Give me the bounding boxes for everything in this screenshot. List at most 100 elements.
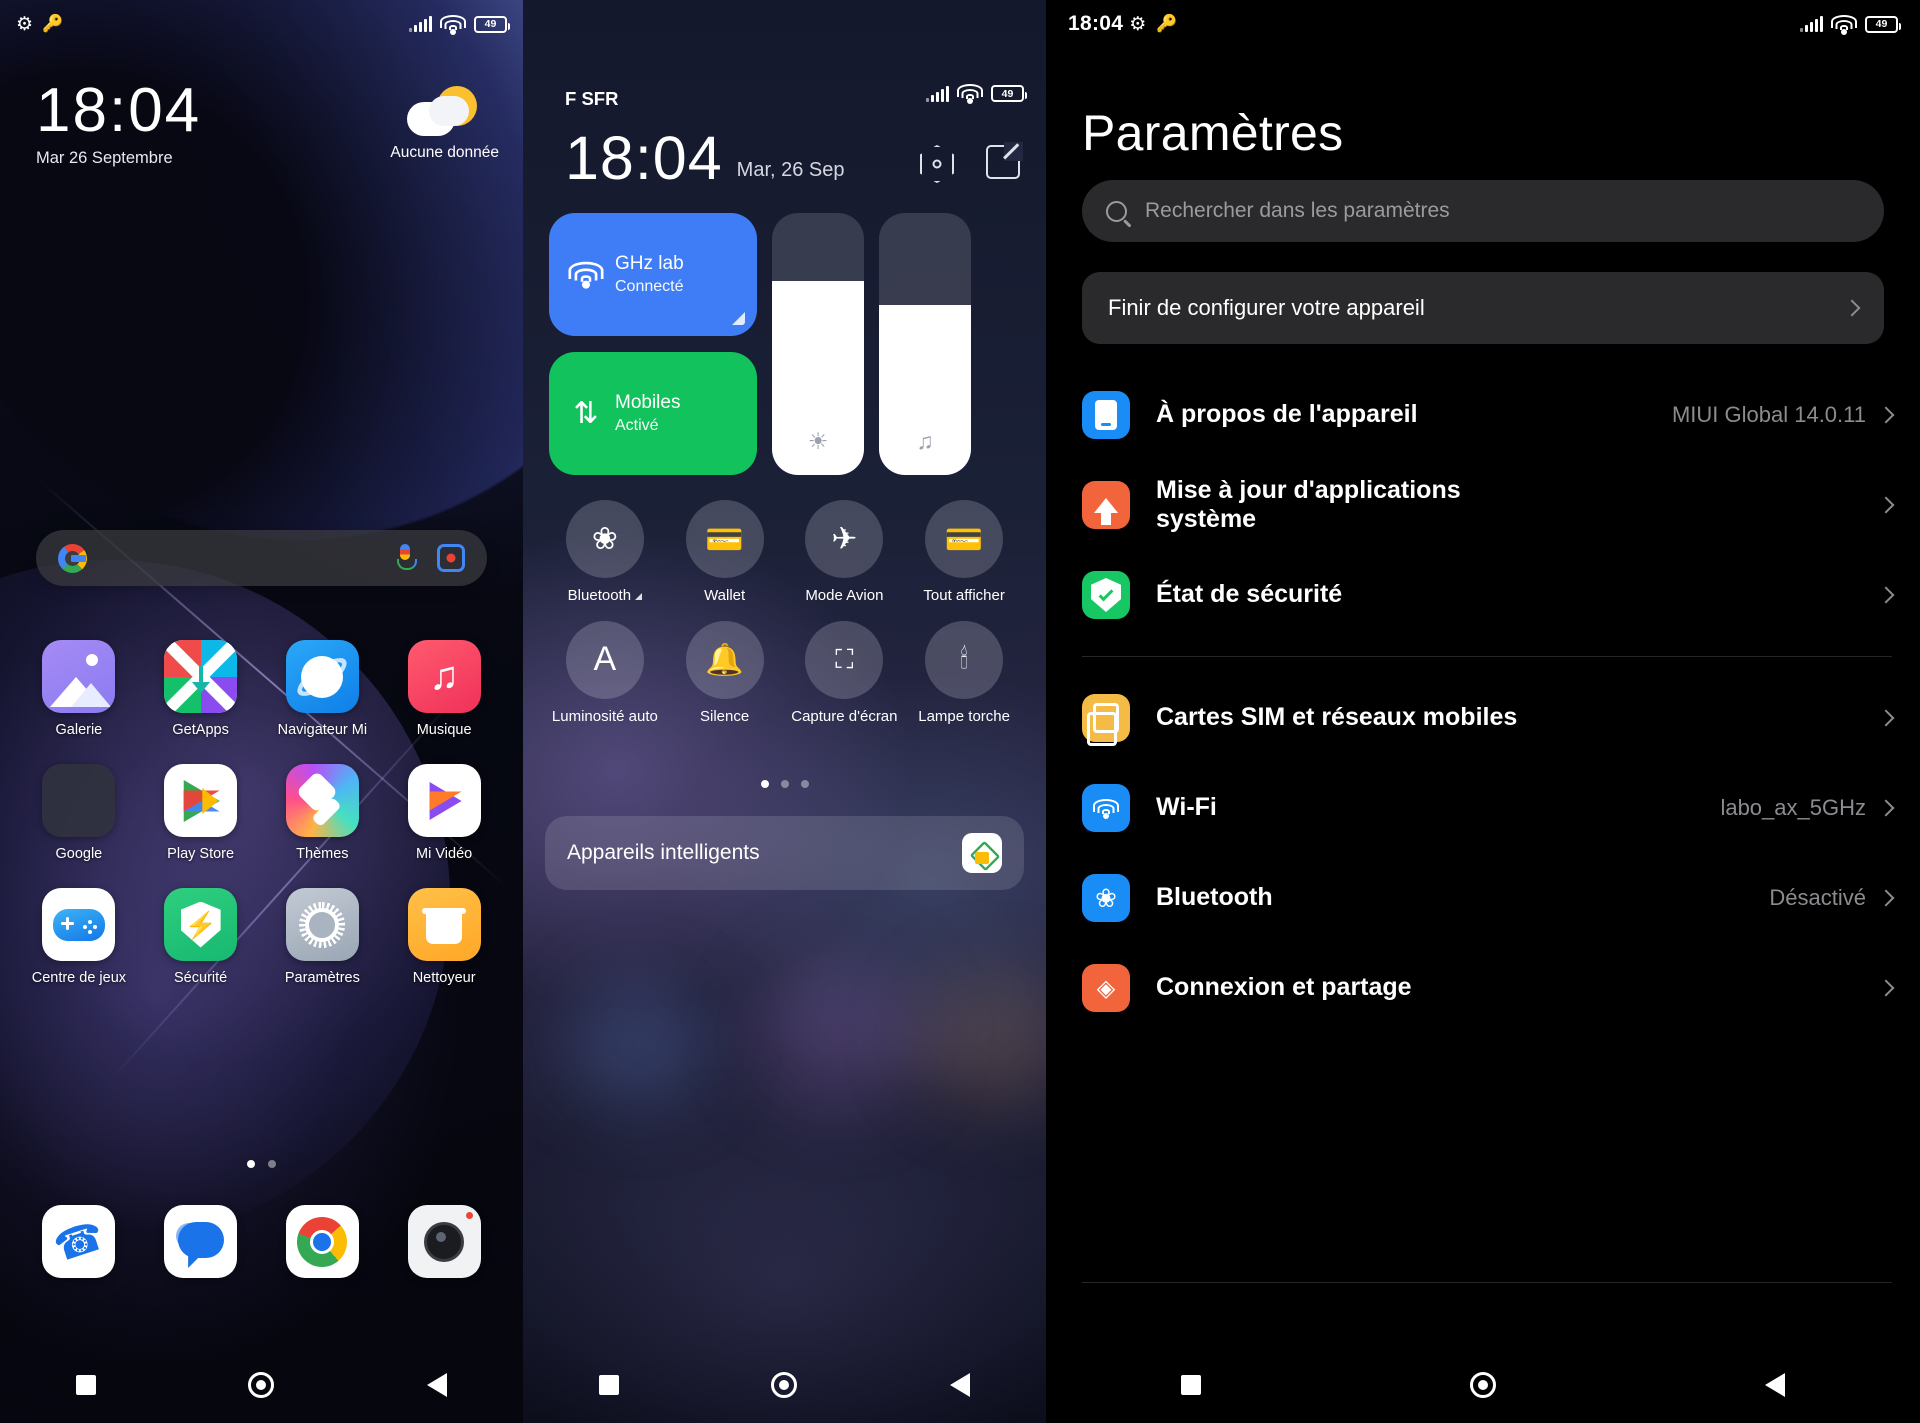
volume-slider[interactable]: ♫: [879, 213, 971, 475]
weather-widget[interactable]: Aucune donnée: [390, 86, 499, 162]
square-recents-icon[interactable]: [76, 1375, 97, 1395]
dock-messages[interactable]: [140, 1205, 262, 1278]
setting-row-bluetooth[interactable]: ❀ Bluetooth Désactivé: [1082, 853, 1895, 943]
screenshot-icon: ⛶: [805, 620, 884, 699]
gallery-icon: [42, 640, 116, 713]
setting-row-security-status[interactable]: État de sécurité: [1082, 550, 1895, 640]
power-hexagon-icon[interactable]: [920, 145, 954, 183]
app-galerie[interactable]: Galerie: [18, 640, 140, 738]
battery-indicator: 49: [991, 85, 1027, 102]
setting-row-system-update[interactable]: Mise à jour d'applications système: [1082, 460, 1895, 550]
auto-brightness-a-icon: A: [565, 620, 644, 699]
carrier-label: F SFR: [565, 88, 619, 109]
clock-time: 18:04: [36, 76, 202, 145]
mobile-data-tile[interactable]: ⇅ Mobiles Activé: [549, 352, 757, 475]
setting-row-sim-networks[interactable]: Cartes SIM et réseaux mobiles: [1082, 673, 1895, 763]
toggle-wallet[interactable]: 💳 Wallet: [665, 500, 785, 605]
setting-row-connection-sharing[interactable]: ◈ Connexion et partage: [1082, 943, 1895, 1033]
app-label: Musique: [416, 722, 472, 738]
google-search-bar[interactable]: [36, 530, 487, 586]
app-label: Nettoyeur: [412, 970, 476, 986]
app-row: Google Play Store Thèmes Mi Vidéo: [18, 764, 505, 862]
control-center-panel: F SFR 49 18:04 Mar, 26 Sep GHz lab Conne…: [523, 0, 1046, 1423]
triangle-back-icon[interactable]: [1765, 1373, 1786, 1397]
wifi-tile[interactable]: GHz lab Connecté: [549, 213, 757, 336]
key-icon: 🔑: [42, 14, 64, 33]
toggle-label: Luminosité auto: [551, 707, 658, 725]
phone-icon: ☎: [42, 1205, 116, 1278]
list-divider: [1082, 656, 1892, 657]
airplane-icon: ✈: [805, 500, 884, 578]
google-lens-icon[interactable]: [437, 544, 465, 572]
circle-home-icon[interactable]: [771, 1372, 798, 1398]
app-getapps[interactable]: GetApps: [140, 640, 262, 738]
mi-browser-icon: [285, 640, 359, 713]
edit-pencil-icon[interactable]: [986, 145, 1020, 179]
circle-home-icon[interactable]: [1469, 1372, 1496, 1398]
mobile-data-title: Mobiles: [615, 392, 681, 413]
wifi-tile-title: GHz lab: [615, 253, 684, 274]
google-folder-icon: [42, 764, 116, 837]
setting-value: labo_ax_5GHz: [1720, 794, 1866, 820]
settings-gear-icon: [285, 888, 359, 961]
square-recents-icon[interactable]: [1180, 1375, 1201, 1395]
microphone-icon[interactable]: [395, 544, 417, 572]
expand-corner-icon[interactable]: [732, 312, 745, 325]
navigation-bar: [1046, 1347, 1920, 1423]
key-icon: 🔑: [1156, 14, 1178, 33]
gear-icon: ⚙: [16, 13, 34, 35]
wallet-cards-icon: 💳: [925, 500, 1004, 578]
setting-value: MIUI Global 14.0.11: [1671, 401, 1866, 427]
toggle-capture-ecran[interactable]: ⛶ Capture d'écran: [785, 620, 905, 726]
weather-text: Aucune donnée: [390, 144, 499, 161]
security-icon: ⚡: [164, 888, 238, 961]
app-nettoyeur[interactable]: Nettoyeur: [383, 888, 505, 986]
signal-icon: [408, 16, 432, 32]
triangle-back-icon[interactable]: [949, 1373, 970, 1397]
smart-devices-bar[interactable]: Appareils intelligents: [545, 816, 1024, 890]
music-note-icon: ♫: [916, 428, 934, 454]
wifi-icon: [565, 254, 607, 296]
music-icon: ♫: [407, 640, 481, 713]
sun-behind-cloud-icon: [406, 86, 483, 138]
app-mi-video[interactable]: Mi Vidéo: [383, 764, 505, 862]
toggle-label: Lampe torche: [918, 707, 1010, 725]
app-themes[interactable]: Thèmes: [262, 764, 384, 862]
toggle-lampe-torche[interactable]: 🕯 Lampe torche: [904, 620, 1024, 726]
dock-camera[interactable]: [383, 1205, 505, 1278]
play-store-icon: [164, 764, 238, 837]
settings-list: À propos de l'appareil MIUI Global 14.0.…: [1082, 370, 1895, 1033]
app-securite[interactable]: ⚡ Sécurité: [140, 888, 262, 986]
clock-date: Mar 26 Septembre: [36, 149, 173, 168]
toggle-bluetooth[interactable]: ❀ Bluetooth: [545, 500, 665, 605]
home-clock-widget[interactable]: 18:04 Mar 26 Septembre Aucune donnée: [36, 78, 499, 168]
control-center-clock[interactable]: 18:04 Mar, 26 Sep: [565, 128, 845, 189]
dock-chrome[interactable]: [262, 1205, 384, 1278]
brightness-slider[interactable]: ☀: [772, 213, 864, 475]
circle-home-icon[interactable]: [248, 1372, 275, 1398]
app-parametres[interactable]: Paramètres: [262, 888, 384, 986]
cleaner-icon: [407, 888, 481, 961]
app-musique[interactable]: ♫ Musique: [383, 640, 505, 738]
app-google-folder[interactable]: Google: [18, 764, 140, 862]
toggle-tout-afficher[interactable]: 💳 Tout afficher: [904, 500, 1024, 605]
finish-setup-banner[interactable]: Finir de configurer votre appareil: [1082, 272, 1884, 344]
toggle-label: Capture d'écran: [791, 707, 898, 725]
setting-label: État de sécurité: [1156, 580, 1343, 609]
setting-row-about-device[interactable]: À propos de l'appareil MIUI Global 14.0.…: [1082, 370, 1895, 460]
square-recents-icon[interactable]: [599, 1375, 620, 1395]
app-centre-de-jeux[interactable]: Centre de jeux: [18, 888, 140, 986]
app-navigateur-mi[interactable]: Navigateur Mi: [262, 640, 384, 738]
toggle-silence[interactable]: 🔔 Silence: [665, 620, 785, 726]
app-label: Mi Vidéo: [416, 846, 473, 862]
setting-row-wifi[interactable]: Wi-Fi labo_ax_5GHz: [1082, 763, 1895, 853]
flashlight-icon: 🕯: [925, 620, 1004, 699]
google-home-icon[interactable]: [962, 833, 1002, 873]
navigation-bar: [523, 1347, 1046, 1423]
triangle-back-icon[interactable]: [426, 1373, 447, 1397]
toggle-mode-avion[interactable]: ✈ Mode Avion: [785, 500, 905, 605]
dock-phone[interactable]: ☎: [18, 1205, 140, 1278]
search-input[interactable]: Rechercher dans les paramètres: [1082, 180, 1884, 242]
app-play-store[interactable]: Play Store: [140, 764, 262, 862]
toggle-luminosite-auto[interactable]: A Luminosité auto: [545, 620, 665, 726]
